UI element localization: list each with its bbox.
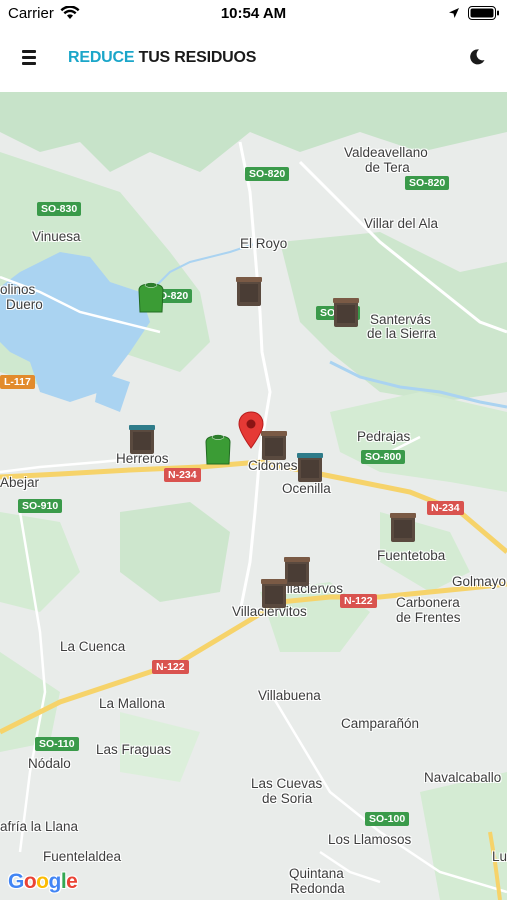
road-shield: SO-110 (35, 737, 79, 751)
green-container-icon[interactable] (136, 280, 166, 314)
brown-container-icon[interactable] (388, 510, 418, 544)
place-label: Golmayo (452, 574, 507, 589)
status-bar: Carrier 10:54 AM (0, 0, 507, 28)
location-arrow-icon (449, 8, 459, 18)
road-shield: SO-830 (37, 202, 82, 216)
place-label: Los Llamosos (328, 832, 412, 847)
place-label: Santervás (370, 312, 431, 327)
app-header: REDUCE TUS RESIDUOS (0, 28, 507, 92)
map-view[interactable]: Valdeavellano de Tera Vinuesa El Royo Vi… (0, 92, 507, 900)
app-title-main: TUS RESIDUOS (138, 49, 257, 66)
brown-container-icon[interactable] (331, 295, 361, 329)
place-label: Camparañón (341, 716, 420, 731)
location-pin-icon[interactable] (236, 410, 266, 450)
place-label: La Mallona (99, 696, 166, 711)
place-label: Vinuesa (32, 229, 81, 244)
place-label: olinos (0, 282, 36, 297)
place-label: Pedrajas (357, 429, 411, 444)
battery-icon (468, 6, 499, 20)
place-label: Villabuena (258, 688, 321, 703)
green-container-icon[interactable] (203, 432, 233, 466)
google-logo: Google (8, 870, 78, 893)
place-label: Redonda (290, 881, 345, 896)
road-shield: SO-800 (361, 450, 406, 464)
road-shield: SO-910 (18, 499, 63, 513)
place-label: Carbonera (396, 595, 460, 610)
road-shield: N-122 (340, 594, 377, 608)
place-label: Valdeavellano (344, 145, 428, 160)
place-label: de la Sierra (367, 326, 437, 341)
place-label: El Royo (240, 236, 288, 251)
place-label: de Tera (365, 160, 410, 175)
place-label: Nódalo (28, 756, 71, 771)
app-title: REDUCE TUS RESIDUOS (68, 49, 256, 67)
place-label: Duero (6, 297, 43, 312)
place-label: Lu (492, 849, 507, 864)
hamburger-menu-icon[interactable] (22, 50, 42, 68)
place-label: Navalcaballo (424, 770, 502, 785)
place-label: Fuentelaldea (43, 849, 122, 864)
place-label: Fuentetoba (377, 548, 446, 563)
road-shield: N-122 (152, 660, 189, 674)
road-shield: SO-820 (245, 167, 290, 181)
place-label: La Cuenca (60, 639, 126, 654)
brown-container-icon[interactable] (127, 422, 157, 456)
place-label: de Soria (262, 791, 313, 806)
moon-icon[interactable] (468, 48, 486, 66)
place-label: Las Fraguas (96, 742, 172, 757)
place-label: Abejar (0, 475, 40, 490)
brown-container-icon[interactable] (234, 274, 264, 308)
road-shield: SO-100 (365, 812, 410, 826)
place-label: Villar del Ala (364, 216, 439, 231)
place-label: de Frentes (396, 610, 461, 625)
road-shield: N-234 (427, 501, 464, 515)
road-shield: N-234 (164, 468, 201, 482)
place-label: afría la Llana (0, 819, 79, 834)
place-label: Quintana (289, 866, 344, 881)
status-time: 10:54 AM (220, 5, 287, 22)
place-label: Las Cuevas (251, 776, 323, 791)
road-shield: L-117 (0, 375, 35, 389)
brown-container-icon[interactable] (295, 450, 325, 484)
app-title-accent: REDUCE (68, 49, 135, 66)
road-shield: SO-820 (405, 176, 450, 190)
brown-container-icon[interactable] (259, 576, 289, 610)
